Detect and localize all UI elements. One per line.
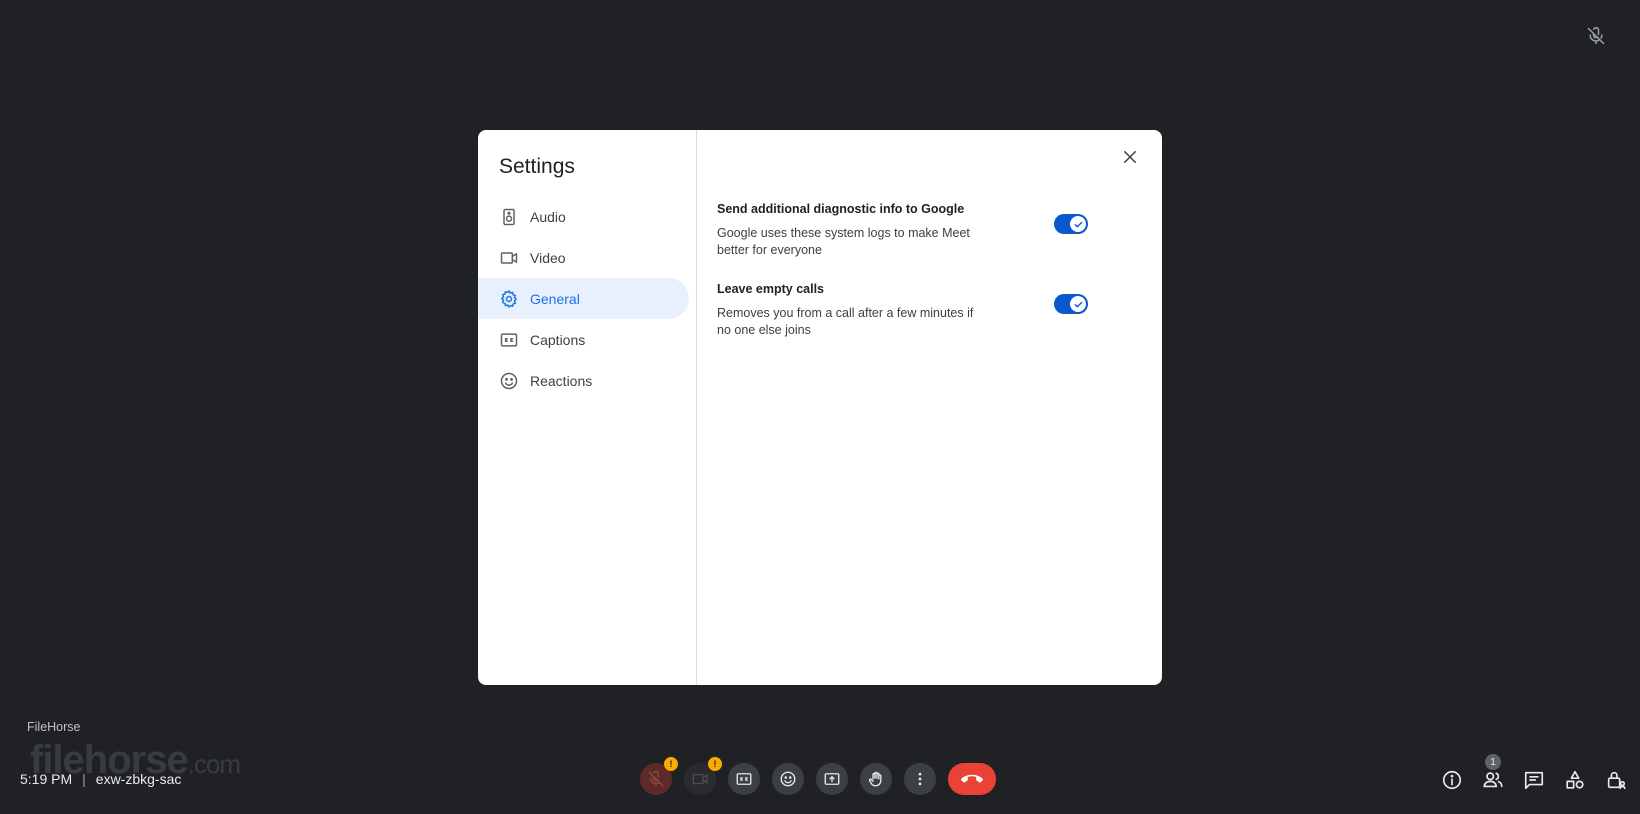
dialog-title: Settings: [499, 155, 575, 178]
closed-caption-icon: [499, 330, 519, 350]
settings-nav: Settings Audio Video General Captions Re…: [478, 130, 697, 685]
checkmark-icon: [1074, 301, 1082, 307]
hand-icon: [868, 771, 882, 787]
smiley-icon: [499, 371, 519, 391]
more-vert-icon: [918, 772, 922, 786]
people-icon: [1483, 772, 1503, 788]
watermark-logo-suffix: .com: [187, 749, 241, 779]
meeting-info: 5:19 PM | exw-zbkg-sac: [20, 771, 181, 787]
nav-item-label: Reactions: [530, 372, 593, 389]
nav-item-reactions[interactable]: Reactions: [478, 360, 689, 401]
present-screen-button[interactable]: [816, 763, 848, 795]
camera-warning-badge: !: [708, 757, 722, 771]
mic-off-icon: [648, 770, 664, 787]
closed-caption-icon: [736, 773, 752, 785]
chat-button[interactable]: [1522, 768, 1546, 792]
close-icon: [1124, 151, 1136, 163]
host-controls-button[interactable]: [1604, 768, 1628, 792]
shapes-icon: [1566, 770, 1584, 789]
nav-item-captions[interactable]: Captions: [478, 319, 689, 360]
leave-empty-calls-toggle[interactable]: [1054, 294, 1088, 314]
nav-item-video[interactable]: Video: [478, 237, 689, 278]
people-count-badge: 1: [1485, 754, 1501, 770]
present-screen-icon: [824, 773, 840, 785]
more-options-button[interactable]: [904, 763, 936, 795]
nav-item-label: Video: [530, 249, 566, 266]
activities-button[interactable]: [1563, 768, 1587, 792]
settings-dialog: Settings Audio Video General Captions Re…: [478, 130, 1162, 685]
watermark-label: FileHorse: [27, 720, 81, 734]
mic-toggle-button[interactable]: !: [640, 757, 678, 795]
meeting-code: exw-zbkg-sac: [95, 771, 182, 787]
videocam-icon: [499, 248, 519, 268]
chat-icon: [1524, 771, 1544, 790]
raise-hand-button[interactable]: [860, 763, 892, 795]
speaker-icon: [499, 207, 519, 227]
setting-diagnostic-info: Send additional diagnostic info to Googl…: [717, 202, 1137, 259]
mic-warning-badge: !: [664, 757, 678, 771]
setting-description: Removes you from a call after a few minu…: [717, 306, 974, 337]
lock-person-icon: [1607, 771, 1626, 790]
camera-toggle-button[interactable]: !: [684, 757, 722, 795]
toggle-knob: [1070, 216, 1086, 232]
end-call-icon: [961, 774, 983, 783]
nav-item-general[interactable]: General: [478, 278, 689, 319]
meeting-time: 5:19 PM: [20, 771, 73, 787]
nav-item-audio[interactable]: Audio: [478, 196, 689, 237]
reactions-button[interactable]: [772, 763, 804, 795]
nav-item-label: Captions: [530, 331, 586, 348]
checkmark-icon: [1074, 221, 1082, 227]
call-controls: ! !: [640, 757, 996, 795]
toggle-knob: [1070, 296, 1086, 312]
end-call-button[interactable]: [948, 763, 996, 795]
meeting-details-button[interactable]: [1440, 768, 1464, 792]
meeting-separator: |: [82, 771, 86, 787]
videocam-off-icon: [692, 773, 708, 785]
people-button[interactable]: 1: [1481, 754, 1505, 792]
settings-content: Send additional diagnostic info to Googl…: [697, 130, 1162, 685]
setting-description: Google uses these system logs to make Me…: [717, 226, 970, 257]
gear-icon: [499, 289, 519, 309]
nav-item-label: General: [530, 290, 580, 307]
close-button[interactable]: [1118, 145, 1142, 169]
muted-mic-indicator-icon: [1586, 26, 1606, 46]
nav-item-label: Audio: [530, 208, 566, 225]
info-icon: [1442, 770, 1462, 790]
diagnostic-info-toggle[interactable]: [1054, 214, 1088, 234]
setting-leave-empty-calls: Leave empty calls Removes you from a cal…: [717, 282, 1137, 339]
meeting-tools: 1: [1440, 754, 1628, 792]
captions-button[interactable]: [728, 763, 760, 795]
smiley-icon: [780, 771, 796, 787]
